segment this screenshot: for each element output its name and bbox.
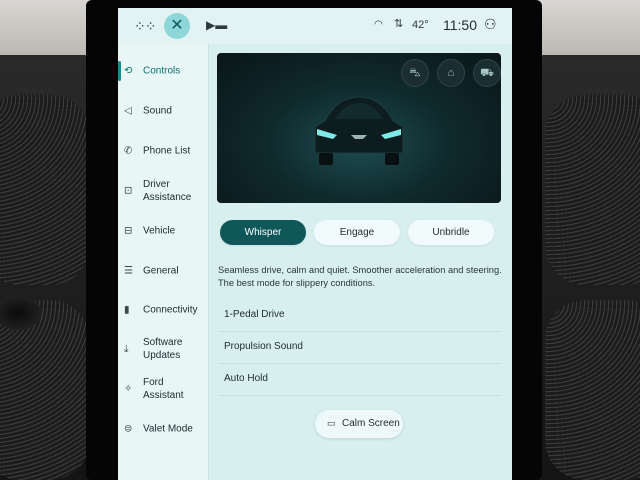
clock: 11:50 <box>443 17 477 33</box>
media-source-icon[interactable]: ▶▬ <box>206 19 227 31</box>
sidebar-item-controls[interactable]: ⟲ Controls <box>118 56 208 86</box>
phone-icon: ✆ <box>124 145 133 157</box>
setting-label: Auto Hold <box>224 373 268 384</box>
infotainment-screen: ⁘⁘ ✕ ▶▬ ◠ ⇅ 42° 11:50 ⚇ ⟲ Controls ◁ Sou… <box>118 8 512 480</box>
sidebar-item-label: Sound <box>143 105 172 117</box>
user-icon[interactable]: ⚇ <box>484 17 497 31</box>
car-side-view-button[interactable]: ⛟ <box>473 59 501 87</box>
driver-assist-icon: ⊡ <box>124 185 133 197</box>
right-speaker-grille-lower <box>545 300 640 480</box>
sliders-icon: ☰ <box>124 265 133 277</box>
setting-label: Propulsion Sound <box>224 341 303 352</box>
sidebar-item-label: Controls <box>143 65 181 77</box>
left-speaker-grille <box>0 95 90 285</box>
setting-label: 1-Pedal Drive <box>224 309 285 320</box>
settings-sidebar: ⟲ Controls ◁ Sound ✆ Phone List ⊡ Driver… <box>118 44 209 480</box>
seat-view-button[interactable]: ⌂ <box>437 59 465 87</box>
sidebar-item-connectivity[interactable]: ▮ Connectivity <box>118 295 208 325</box>
sidebar-item-vehicle[interactable]: ⊟ Vehicle <box>118 216 208 246</box>
setting-row-auto-hold: Auto Hold ⓘ <box>218 364 502 396</box>
download-icon: ⤓ <box>124 343 129 355</box>
sidebar-item-sound[interactable]: ◁ Sound <box>118 96 208 126</box>
sidebar-item-driver-assistance[interactable]: ⊡ Driver Assistance <box>118 176 208 206</box>
sidebar-item-label: Driver Assistance <box>143 179 192 203</box>
setting-row-propulsion-sound: Propulsion Sound ⓘ <box>218 332 502 364</box>
sidebar-item-label: Ford Assistant <box>143 377 184 401</box>
temperature: 42° <box>412 19 429 31</box>
assistant-icon: ✧ <box>124 383 133 395</box>
sidebar-item-label: Vehicle <box>143 225 176 237</box>
signal-icon: ⇅ <box>394 18 404 30</box>
car-front-view-button[interactable]: ⛍ <box>401 59 429 87</box>
sidebar-item-general[interactable]: ☰ General <box>118 256 208 286</box>
sidebar-item-label: General <box>143 265 179 277</box>
vehicle-icon: ⊟ <box>124 225 133 237</box>
close-icon[interactable]: ✕ <box>164 13 190 39</box>
calm-screen-button[interactable]: ▭ Calm Screen <box>315 410 403 438</box>
top-bar: ⁘⁘ ✕ ▶▬ ◠ ⇅ 42° 11:50 ⚇ <box>118 8 512 44</box>
speaker-icon: ◁ <box>124 105 132 117</box>
drive-mode-selector: Whisper Engage Unbridle <box>220 220 500 246</box>
right-speaker-grille <box>545 95 640 285</box>
screen-icon: ▭ <box>327 418 336 428</box>
sidebar-item-label: Connectivity <box>143 304 198 316</box>
drive-mode-description: Seamless drive, calm and quiet. Smoother… <box>218 265 502 288</box>
controls-icon: ⟲ <box>124 65 133 77</box>
active-indicator <box>118 61 121 81</box>
sidebar-item-label: Valet Mode <box>143 423 193 435</box>
vehicle-illustration <box>314 96 404 165</box>
calm-screen-label: Calm Screen <box>342 418 400 429</box>
sidebar-item-valet-mode[interactable]: ⊜ Valet Mode <box>118 414 208 444</box>
wifi-icon: ◠ <box>374 19 383 30</box>
drive-mode-engage[interactable]: Engage <box>314 220 400 245</box>
sidebar-item-phone-list[interactable]: ✆ Phone List <box>118 136 208 166</box>
drive-mode-whisper[interactable]: Whisper <box>220 220 306 245</box>
sidebar-item-label: Software Updates <box>143 337 183 361</box>
drive-mode-unbridle[interactable]: Unbridle <box>408 220 494 245</box>
grid-icon[interactable]: ⁘⁘ <box>134 19 156 33</box>
setting-row-one-pedal-drive: 1-Pedal Drive ⓘ <box>218 300 502 332</box>
vehicle-hero-image: ⛍ ⌂ ⛟ <box>217 53 501 203</box>
sidebar-item-label: Phone List <box>143 145 191 157</box>
connectivity-icon: ▮ <box>124 304 130 316</box>
sidebar-item-software-updates[interactable]: ⤓ Software Updates <box>118 334 208 364</box>
sidebar-item-ford-assistant[interactable]: ✧ Ford Assistant <box>118 374 208 404</box>
valet-icon: ⊜ <box>124 423 133 435</box>
